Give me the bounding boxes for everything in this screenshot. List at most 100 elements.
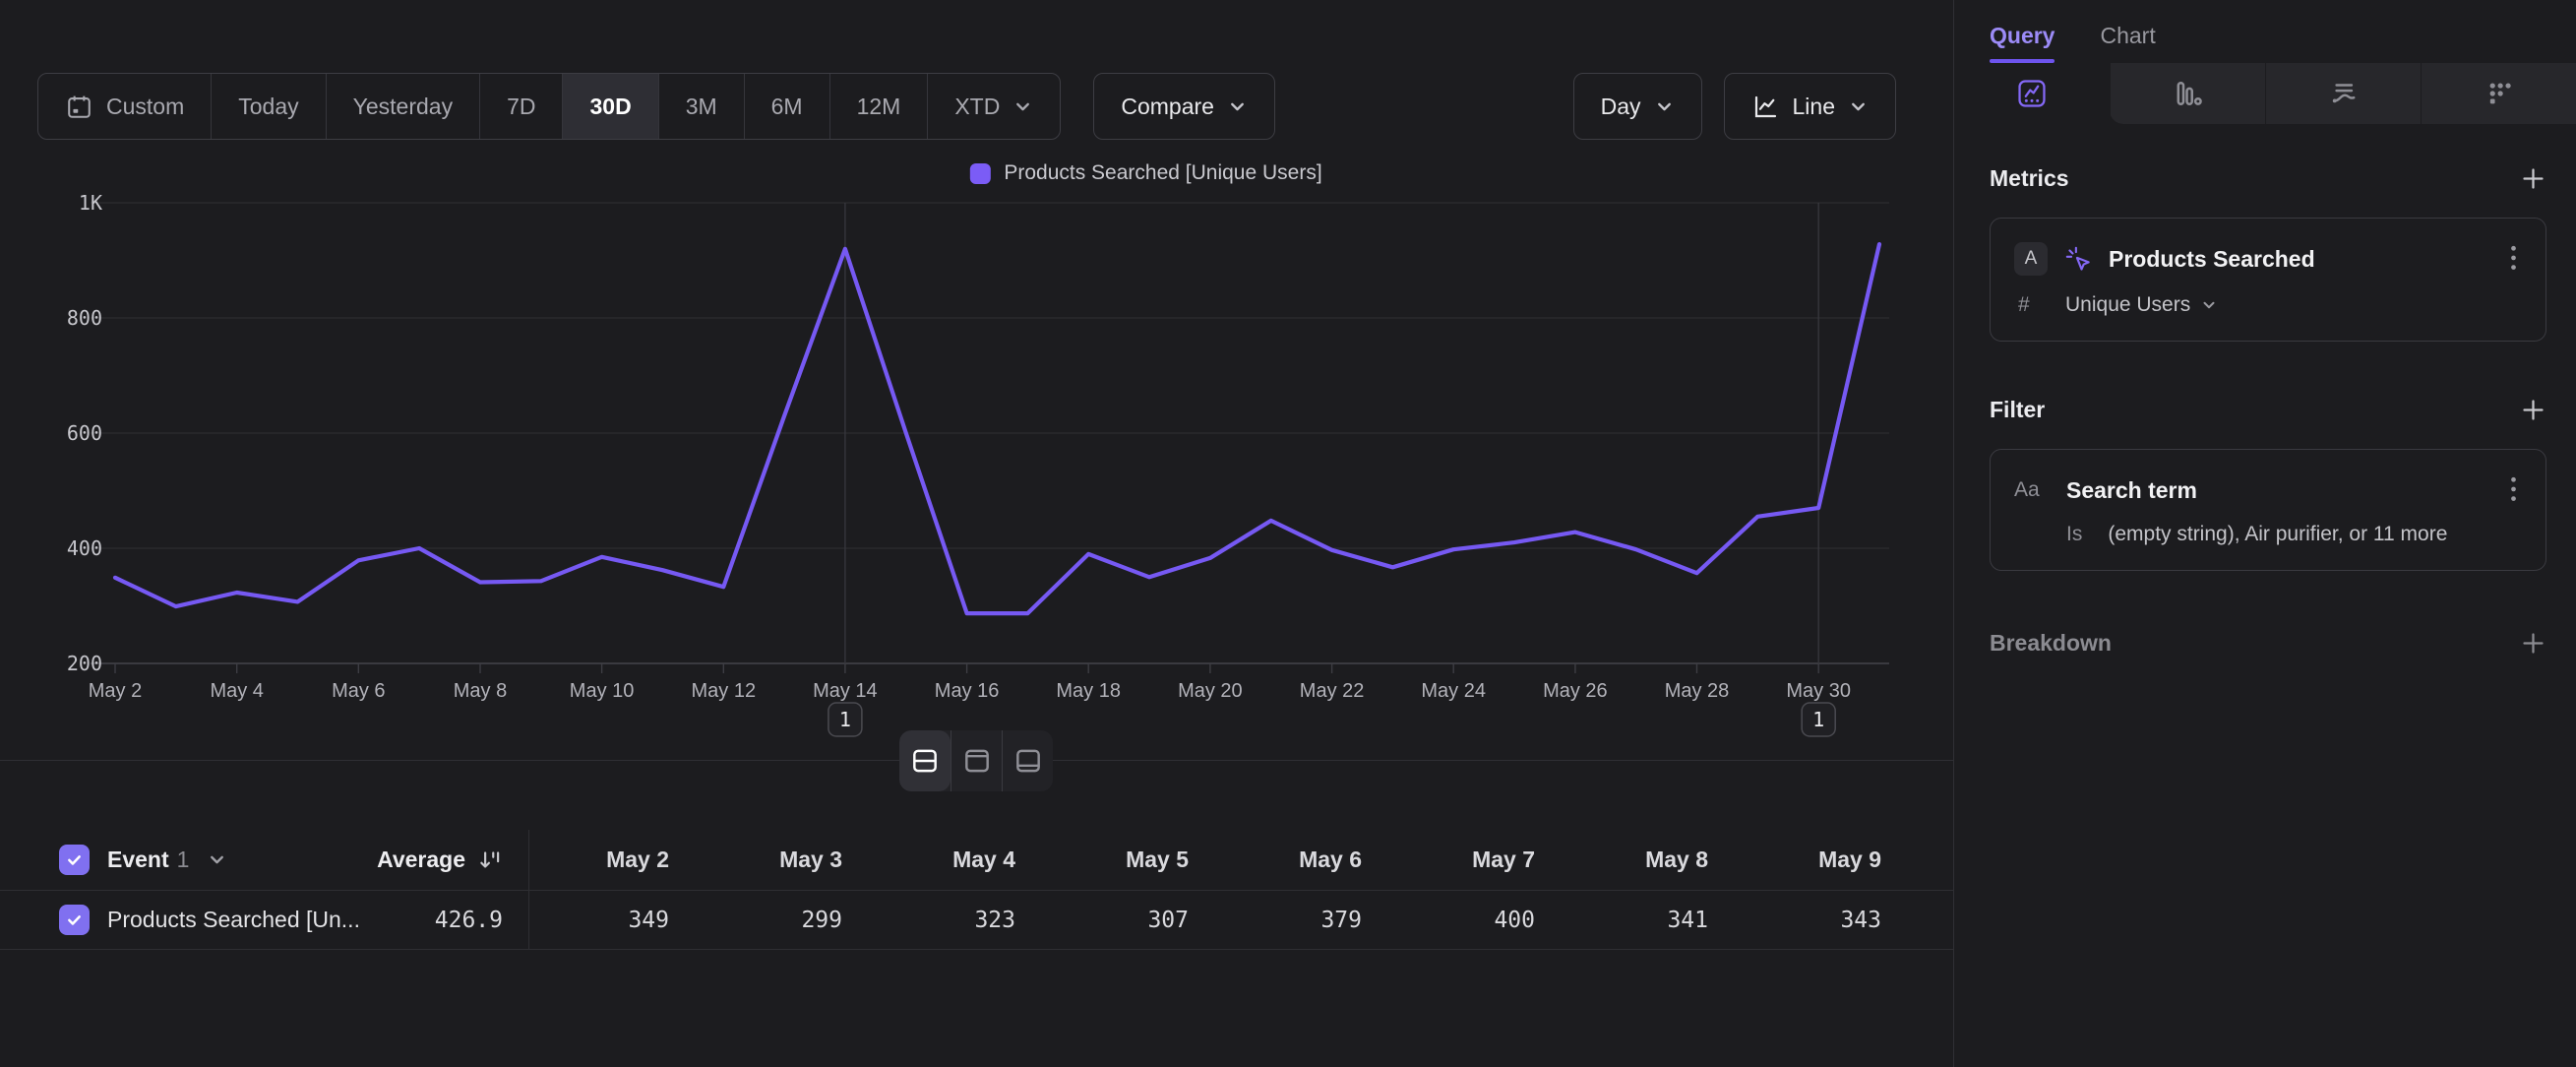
svg-text:May 6: May 6 — [332, 680, 385, 702]
metric-card-main: A Products Searched — [2014, 240, 2522, 278]
metric-card[interactable]: A Products Searched # Unique Users — [1990, 218, 2546, 342]
value-cell: 323 — [876, 891, 1049, 949]
check-icon — [65, 850, 84, 869]
compare-button[interactable]: Compare — [1093, 73, 1275, 140]
breakdown-title: Breakdown — [1990, 630, 2112, 657]
filter-value[interactable]: (empty string), Air purifier, or 11 more — [2108, 523, 2447, 546]
value-cell: 341 — [1568, 891, 1742, 949]
filter-card[interactable]: Aa Search term Is (empty string), Air pu… — [1990, 449, 2546, 571]
range-today[interactable]: Today — [212, 74, 326, 139]
average-header-cell[interactable]: Average — [354, 830, 529, 890]
metric-name: Products Searched — [2109, 246, 2490, 273]
chevron-down-icon — [2200, 296, 2218, 314]
filter-property-name: Search term — [2066, 477, 2490, 504]
svg-text:May 2: May 2 — [89, 680, 142, 702]
svg-text:1K: 1K — [79, 191, 102, 215]
filter-title: Filter — [1990, 397, 2045, 423]
column-header-may-9[interactable]: May 9 — [1742, 830, 1915, 890]
column-header-may-4[interactable]: May 4 — [876, 830, 1049, 890]
chart-only-icon — [961, 745, 993, 777]
range-7d[interactable]: 7D — [480, 74, 563, 139]
panel-tab-bar: Query Chart — [1954, 0, 2576, 63]
column-header-may-8[interactable]: May 8 — [1568, 830, 1742, 890]
metric-letter-badge: A — [2014, 242, 2048, 276]
kebab-icon — [2509, 244, 2518, 274]
granularity-button[interactable]: Day — [1573, 73, 1702, 140]
svg-text:May 4: May 4 — [210, 680, 263, 702]
filter-card-main: Aa Search term — [2014, 471, 2522, 509]
range-yesterday[interactable]: Yesterday — [327, 74, 480, 139]
range-12m[interactable]: 12M — [830, 74, 929, 139]
series-name: Products Searched [Un... — [107, 907, 360, 933]
sort-descending-icon — [477, 847, 503, 873]
chevron-down-icon — [1848, 96, 1869, 117]
svg-text:May 14: May 14 — [813, 680, 878, 702]
split-view-button[interactable] — [899, 730, 951, 791]
tab-chart[interactable]: Chart — [2100, 23, 2155, 63]
column-header-may-6[interactable]: May 6 — [1222, 830, 1395, 890]
series-checkbox[interactable] — [59, 905, 90, 935]
filter-operator: Is — [2066, 523, 2082, 546]
chevron-down-icon — [1654, 96, 1675, 117]
column-header-may-3[interactable]: May 3 — [703, 830, 876, 890]
legend-label: Products Searched [Unique Users] — [1004, 161, 1321, 185]
column-header-may-2[interactable]: May 2 — [529, 830, 703, 890]
metric-aggregation-row: # Unique Users — [2014, 293, 2522, 317]
metrics-title: Metrics — [1990, 165, 2069, 192]
line-chart: Products Searched [Unique Users] 2004006… — [0, 140, 1953, 750]
range-xtd[interactable]: XTD — [928, 74, 1060, 139]
funnels-tab[interactable] — [2110, 63, 2265, 124]
svg-text:May 18: May 18 — [1056, 680, 1121, 702]
svg-text:May 30: May 30 — [1786, 680, 1851, 702]
value-cell: 343 — [1742, 891, 1915, 949]
svg-text:May 22: May 22 — [1300, 680, 1365, 702]
legend-swatch — [969, 163, 990, 184]
aggregation-label: Unique Users — [2065, 293, 2190, 317]
average-label: Average — [377, 847, 465, 873]
check-icon — [65, 910, 84, 929]
filter-options-button[interactable] — [2505, 471, 2522, 509]
view-toggle — [899, 730, 1053, 791]
column-header-may-7[interactable]: May 7 — [1395, 830, 1568, 890]
value-cell: 400 — [1395, 891, 1568, 949]
table-row: Products Searched [Un... 426.9 349299323… — [0, 891, 1953, 950]
chart-plot[interactable]: 2004006008001K11May 2May 4May 6May 8May … — [0, 140, 1953, 750]
range-6m[interactable]: 6M — [745, 74, 830, 139]
svg-text:May 12: May 12 — [692, 680, 757, 702]
event-label: Event — [107, 847, 169, 873]
chart-controls: Day Line — [1573, 73, 1896, 140]
tab-query[interactable]: Query — [1990, 23, 2055, 63]
svg-text:May 16: May 16 — [935, 680, 1000, 702]
range-30d[interactable]: 30D — [563, 74, 658, 139]
retention-tab[interactable] — [2421, 63, 2576, 124]
date-range-group: CustomTodayYesterday7D30D3M6M12MXTD — [37, 73, 1061, 140]
svg-text:400: 400 — [67, 536, 102, 560]
panel-body: Metrics A Products Searched # — [1954, 124, 2576, 657]
retention-grid-icon — [2483, 77, 2516, 110]
compare-label: Compare — [1121, 94, 1214, 120]
select-all-checkbox[interactable] — [59, 845, 90, 875]
range-custom[interactable]: Custom — [38, 74, 212, 139]
add-breakdown-button[interactable] — [2520, 630, 2546, 657]
series-name-cell: Products Searched [Un... — [0, 891, 354, 949]
chart-only-button[interactable] — [951, 730, 1002, 791]
chart-type-button[interactable]: Line — [1724, 73, 1896, 140]
aggregation-selector[interactable]: Unique Users — [2065, 293, 2218, 317]
event-header-cell: Event 1 — [0, 830, 354, 890]
results-table: Event 1 Average May 2May 3May 4May 5May … — [0, 830, 1953, 950]
svg-text:1: 1 — [839, 708, 851, 731]
metrics-section-header: Metrics — [1990, 165, 2546, 192]
add-metric-button[interactable] — [2520, 165, 2546, 192]
add-filter-button[interactable] — [2520, 397, 2546, 423]
metric-options-button[interactable] — [2505, 240, 2522, 278]
column-header-may-5[interactable]: May 5 — [1049, 830, 1222, 890]
chevron-down-icon[interactable] — [207, 849, 227, 870]
range-3m[interactable]: 3M — [659, 74, 745, 139]
table-only-button[interactable] — [1002, 730, 1053, 791]
value-cell: 299 — [703, 891, 876, 949]
insights-tab[interactable] — [1954, 63, 2110, 124]
chart-legend[interactable]: Products Searched [Unique Users] — [969, 161, 1321, 185]
table-only-icon — [1012, 745, 1044, 777]
plus-icon — [2520, 397, 2546, 423]
flows-tab[interactable] — [2265, 63, 2421, 124]
